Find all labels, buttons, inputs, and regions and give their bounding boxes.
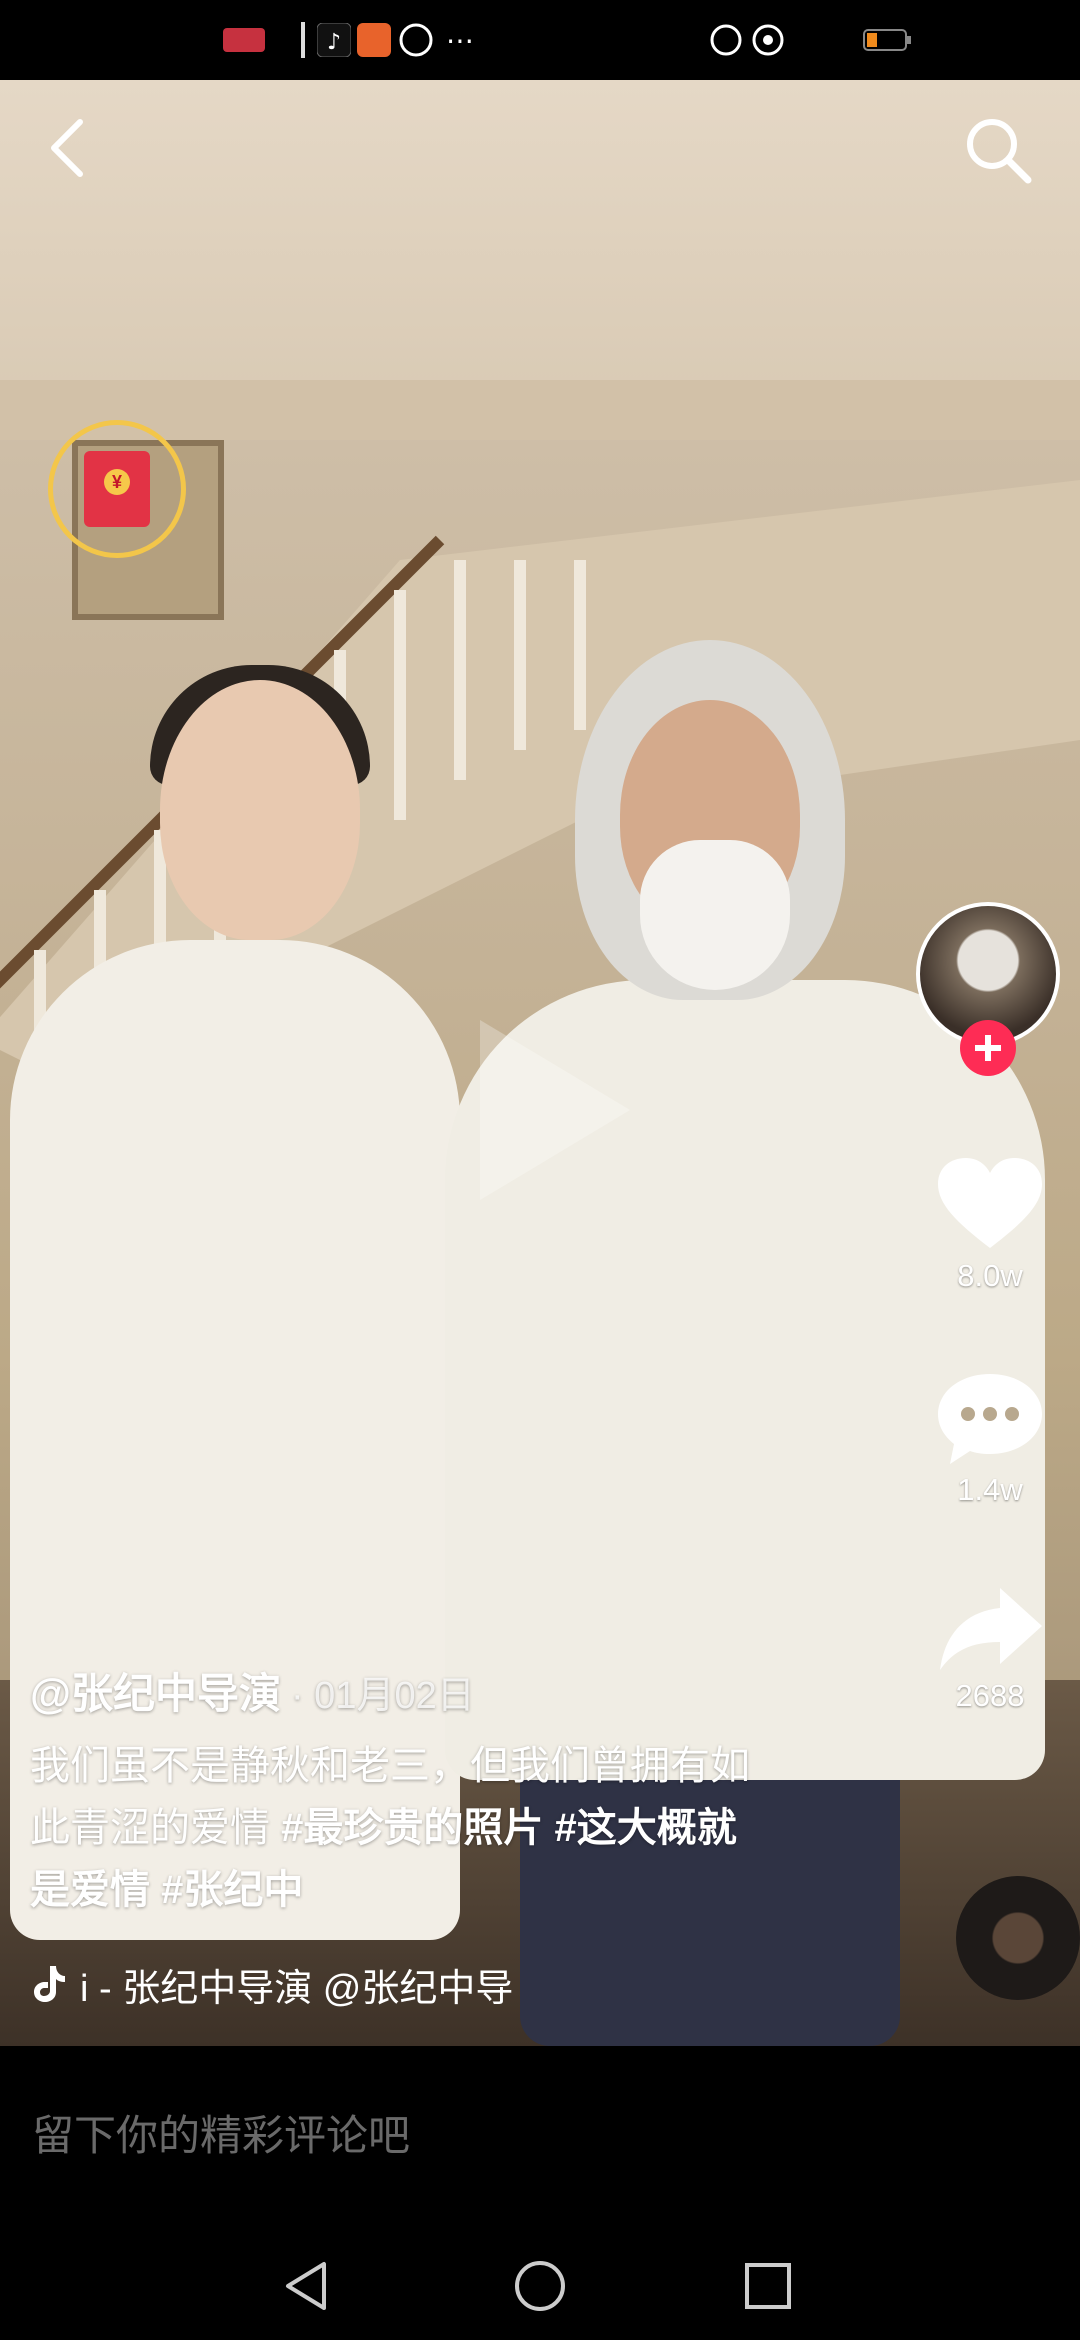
svg-text:♪: ♪ <box>327 30 341 55</box>
music-disc[interactable] <box>956 1876 1080 2000</box>
nav-home-icon <box>515 2261 565 2311</box>
music-note-icon <box>34 1966 65 2002</box>
author-line: @张纪中导演 · 01月02日 <box>30 1660 770 1721</box>
comment-bar[interactable]: 留下你的精彩评论吧 <box>0 2046 1080 2226</box>
nav-back-icon <box>286 2262 326 2310</box>
plus-icon <box>975 1035 1001 1061</box>
status-divider <box>300 22 306 58</box>
post-date: · 01月02日 <box>290 1675 475 1717</box>
like-count: 8.0w <box>957 1258 1023 1293</box>
hashtag[interactable]: #最珍贵的照片 # <box>281 1806 577 1850</box>
like-button[interactable]: 8.0w <box>930 1156 1050 1294</box>
back-button[interactable] <box>40 112 100 184</box>
search-icon <box>967 119 1032 184</box>
comment-icon <box>938 1374 1042 1464</box>
share-icon <box>940 1588 1042 1670</box>
battery-icon <box>860 22 916 58</box>
nav-recents-button[interactable] <box>738 2256 798 2316</box>
share-button[interactable]: 2688 <box>930 1586 1050 1714</box>
tiktok-notify-icon: ♪ <box>314 22 354 58</box>
share-count: 2688 <box>955 1678 1025 1713</box>
system-nav-bar <box>0 2226 1080 2340</box>
video-person-left-head <box>160 680 360 940</box>
video-ceiling <box>0 80 1080 430</box>
author-name[interactable]: @张纪中导演 <box>30 1670 281 1717</box>
red-packet-icon <box>84 451 150 527</box>
hand-notify-icon <box>396 22 436 58</box>
nav-recents-icon <box>745 2263 791 2309</box>
app-notify-icon <box>354 22 394 58</box>
video-caption: @张纪中导演 · 01月02日 我们虽不是静秋和老三，但我们曾拥有如此青涩的爱情 … <box>30 1660 770 1921</box>
comment-count: 1.4w <box>957 1472 1023 1507</box>
video-description: 我们虽不是静秋和老三，但我们曾拥有如此青涩的爱情 #最珍贵的照片 #这大概就是爱… <box>30 1735 770 1921</box>
play-icon[interactable] <box>470 1020 630 1200</box>
hashtag[interactable]: #张纪中 <box>161 1868 303 1912</box>
music-title: i - 张纪中导演 @张纪中导 <box>80 1967 514 2010</box>
heart-icon <box>938 1158 1042 1248</box>
notification-icon <box>210 22 280 58</box>
nav-home-button[interactable] <box>510 2256 570 2316</box>
status-bar: ♪ ⋯ <box>0 0 1080 80</box>
back-icon <box>51 119 83 177</box>
video-person-right-beard <box>640 840 790 990</box>
more-notify-icon: ⋯ <box>446 24 474 56</box>
follow-button[interactable] <box>960 1020 1016 1076</box>
comment-button[interactable]: 1.4w <box>930 1370 1050 1508</box>
music-line[interactable]: i - 张纪中导演 @张纪中导 <box>30 1958 590 2010</box>
eye-comfort-icon <box>748 22 788 58</box>
comment-input[interactable]: 留下你的精彩评论吧 <box>32 2102 410 2163</box>
nfc-icon <box>706 22 746 58</box>
red-packet-button[interactable] <box>48 420 186 558</box>
nav-back-button[interactable] <box>278 2256 338 2316</box>
search-button[interactable] <box>960 112 1036 188</box>
video-ceiling-band <box>0 380 1080 440</box>
